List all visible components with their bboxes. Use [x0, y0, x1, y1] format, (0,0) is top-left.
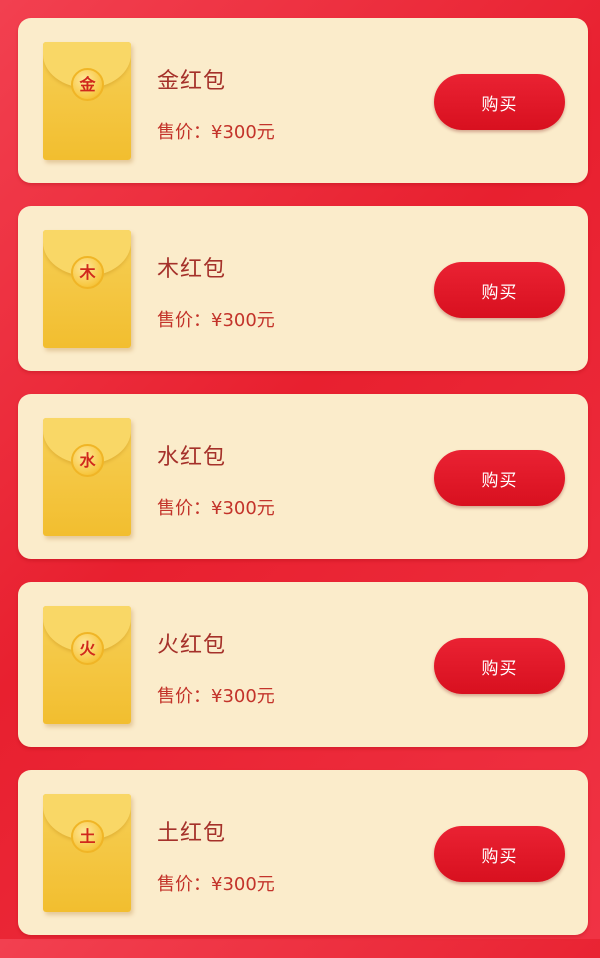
product-card-water: 水 水红包 售价：¥300元 购买	[18, 394, 588, 559]
buy-button[interactable]: 购买	[434, 450, 565, 506]
product-price: 售价：¥300元	[157, 310, 275, 331]
product-price: 售价：¥300元	[157, 498, 275, 519]
buy-button[interactable]: 购买	[434, 74, 565, 130]
product-name: 水红包	[157, 445, 227, 470]
product-name: 木红包	[157, 257, 227, 282]
red-envelope-icon: 金	[43, 42, 131, 160]
envelope-badge: 水	[71, 444, 104, 477]
product-card-gold: 金 金红包 售价：¥300元 购买	[18, 18, 588, 183]
product-card-earth: 土 土红包 售价：¥300元 购买	[18, 770, 588, 935]
product-name: 火红包	[157, 633, 227, 658]
red-envelope-icon: 土	[43, 794, 131, 912]
red-envelope-icon: 木	[43, 230, 131, 348]
product-name: 金红包	[157, 69, 227, 94]
product-list: 金 金红包 售价：¥300元 购买 木 木红包 售价：¥300元 购买 水 水红…	[18, 18, 588, 958]
red-envelope-icon: 水	[43, 418, 131, 536]
envelope-badge: 火	[71, 632, 104, 665]
envelope-badge: 金	[71, 68, 104, 101]
product-card-fire: 火 火红包 售价：¥300元 购买	[18, 582, 588, 747]
buy-button[interactable]: 购买	[434, 826, 565, 882]
product-price: 售价：¥300元	[157, 874, 275, 895]
product-price: 售价：¥300元	[157, 686, 275, 707]
buy-button[interactable]: 购买	[434, 638, 565, 694]
product-price: 售价：¥300元	[157, 122, 275, 143]
buy-button[interactable]: 购买	[434, 262, 565, 318]
product-card-wood: 木 木红包 售价：¥300元 购买	[18, 206, 588, 371]
envelope-badge: 木	[71, 256, 104, 289]
product-name: 土红包	[157, 821, 227, 846]
red-envelope-icon: 火	[43, 606, 131, 724]
envelope-badge: 土	[71, 820, 104, 853]
